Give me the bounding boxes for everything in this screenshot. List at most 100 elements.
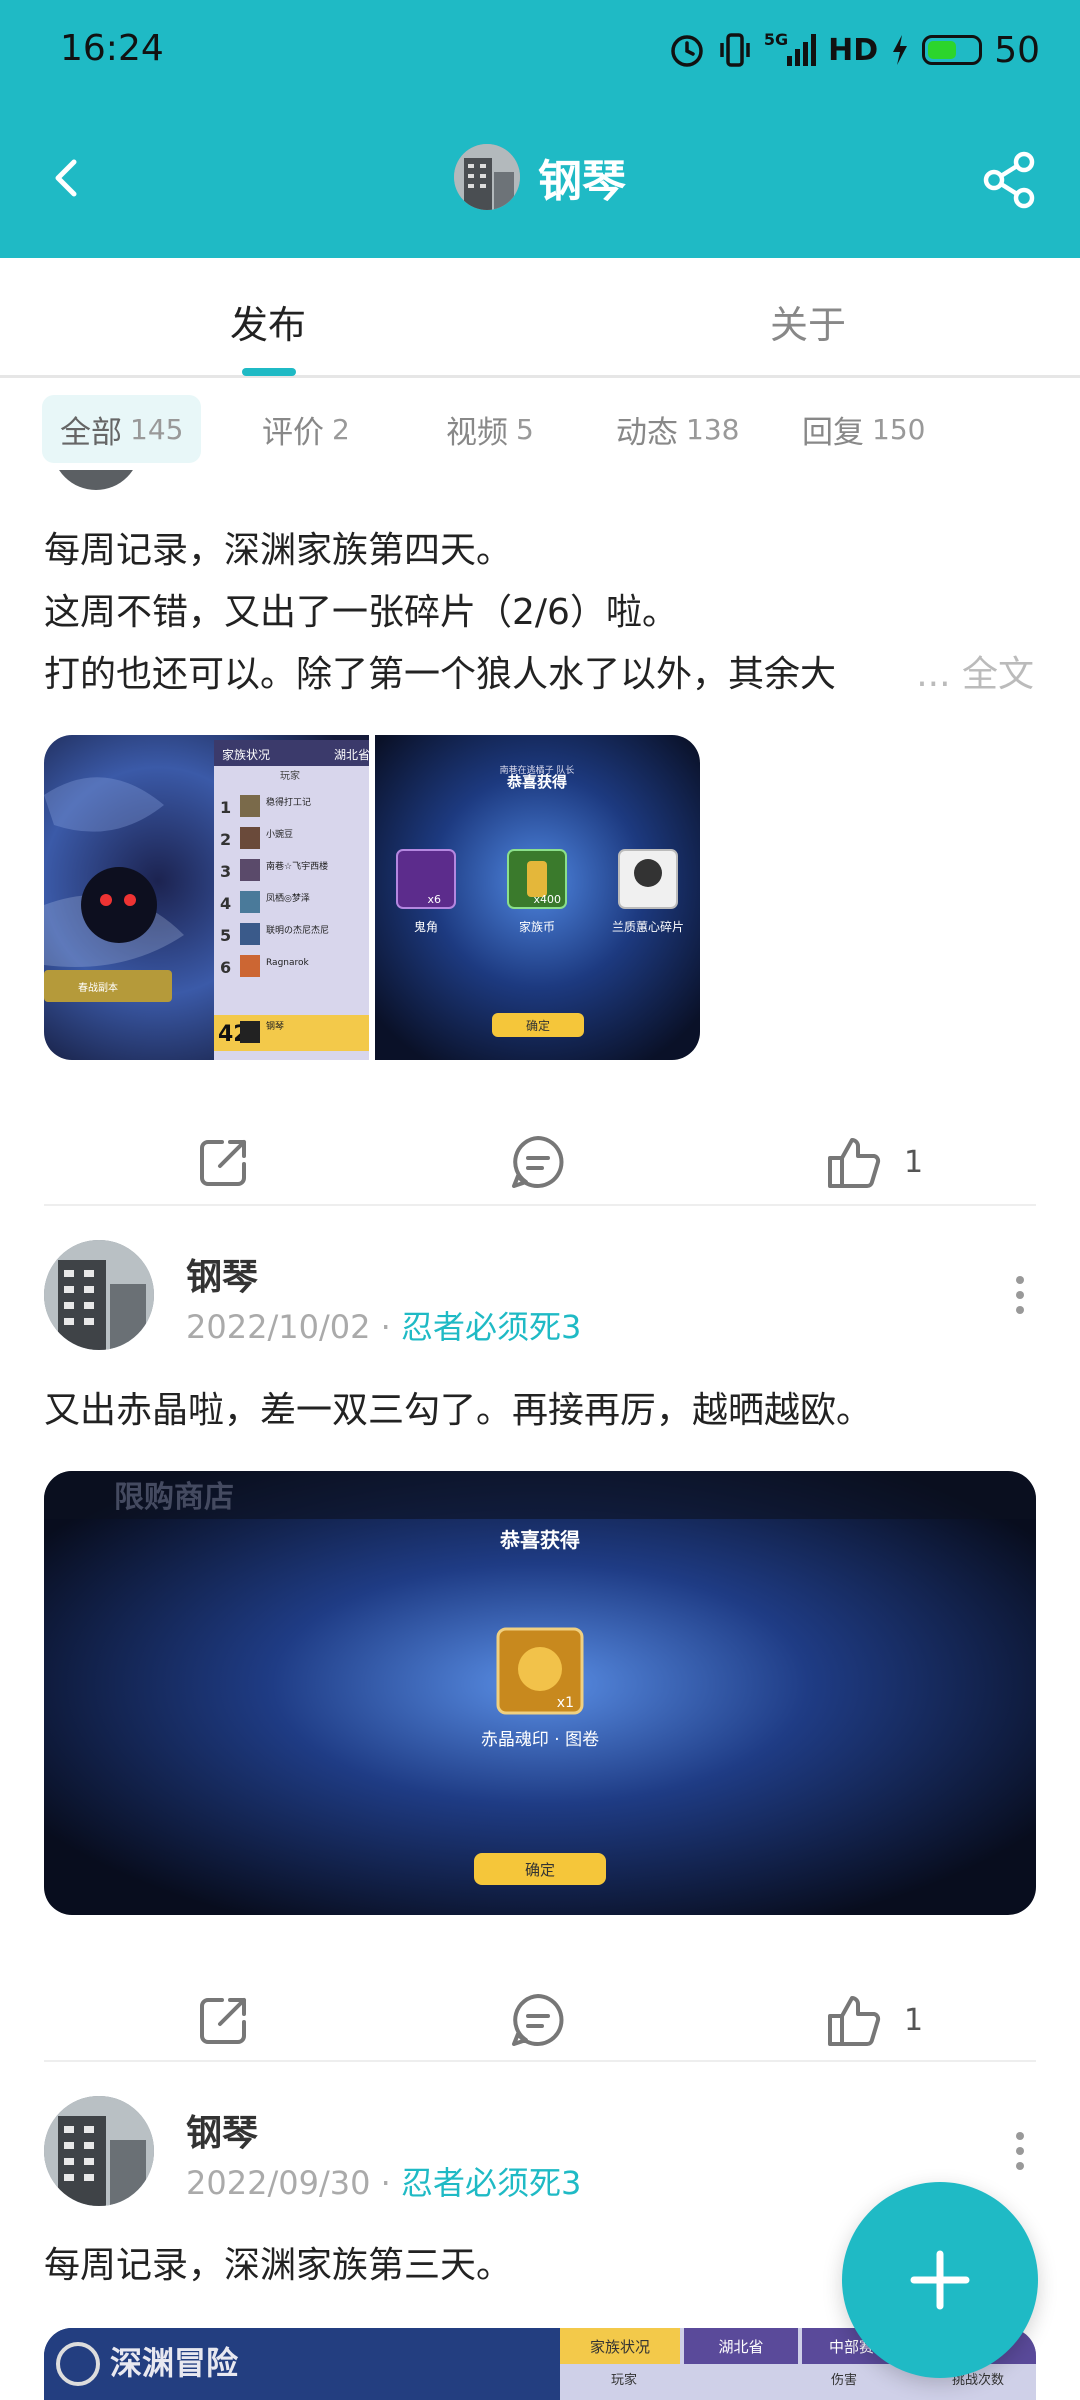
charging-icon <box>893 35 908 65</box>
plus-icon <box>910 2250 970 2310</box>
player-name: 南巷☆飞宇西楼 <box>266 860 328 872</box>
item-name: 家族币 <box>519 919 555 934</box>
rank: 5 <box>220 926 231 945</box>
player-name: Ragnarok <box>266 958 310 968</box>
filter-count: 138 <box>686 412 740 446</box>
post-line: 打的也还可以。除了第一个狼人水了以外，其余大 <box>44 654 837 695</box>
player-name: 钢琴 <box>266 1020 284 1032</box>
comment-action[interactable] <box>508 1990 568 2050</box>
filter-videos[interactable]: 视频 5 <box>428 395 552 463</box>
rank: 6 <box>220 958 231 977</box>
tab-indicator <box>242 368 296 376</box>
comment-icon <box>512 1994 564 2046</box>
rank: 4 <box>220 894 231 913</box>
screen-header: 深渊冒险 <box>110 2344 239 2382</box>
share-action[interactable] <box>194 1990 254 2050</box>
signal-icon <box>787 34 817 66</box>
author-name[interactable]: 钢琴 <box>186 2104 258 2156</box>
filter-label: 全部 <box>60 414 122 451</box>
leaderboard-tab: 湖北省 <box>718 2338 763 2356</box>
repost-icon <box>200 1998 246 2044</box>
status-icons: 5G HD 50 <box>668 28 1040 72</box>
status-time: 16:24 <box>60 28 164 69</box>
rank: 3 <box>220 862 231 881</box>
share-icon[interactable] <box>978 148 1042 212</box>
column-header: 玩家 <box>611 2372 637 2388</box>
player-name: 凤栖◎梦泽 <box>266 892 310 904</box>
filter-count: 2 <box>332 412 350 446</box>
like-action[interactable]: 1 <box>824 1990 923 2050</box>
author-name[interactable]: 钢琴 <box>186 1248 258 1300</box>
more-vertical-icon[interactable] <box>1010 2126 1030 2176</box>
read-more-link[interactable]: ... 全文 <box>916 644 1034 706</box>
post-image[interactable]: 限购商店 恭喜获得 x1 赤晶魂印 · 图卷 确定 <box>44 1471 1036 1915</box>
network-type: 5G <box>763 30 789 49</box>
item-qty: x6 <box>427 893 441 906</box>
avatar[interactable] <box>44 2096 154 2206</box>
post-meta: 2022/09/30 · 忍者必须死3 <box>186 2158 581 2204</box>
image-grid: 家族状况 湖北省 玩家 1 2 3 4 5 6 42 稳得打工记 小豌豆 南巷☆… <box>44 735 700 1060</box>
item-qty: x400 <box>533 893 561 906</box>
dialog-ticker: 南巷在逃橘子 队长 <box>500 764 575 776</box>
post-image[interactable]: 恭喜获得 南巷在逃橘子 队长 x6 x400 鬼角 家族币 兰质蕙心碎片 确定 <box>375 735 700 1060</box>
post-text[interactable]: 每周记录，深渊家族第四天。 这周不错，又出了一张碎片（2/6）啦。 打的也还可以… <box>44 520 1034 706</box>
share-action[interactable] <box>194 1132 254 1192</box>
confirm-button: 确定 <box>525 1861 555 1879</box>
like-action[interactable]: 1 <box>824 1132 923 1192</box>
post-divider <box>44 2060 1036 2062</box>
event-badge: 春战副本 <box>78 981 118 994</box>
item-name: 兰质蕙心碎片 <box>612 919 684 934</box>
game-tag[interactable]: 忍者必须死3 <box>401 2164 581 2202</box>
leaderboard-tab: 湖北省 <box>334 747 369 762</box>
post-actions: 1 <box>0 1132 1080 1212</box>
filter-all[interactable]: 全部 145 <box>42 395 202 463</box>
battery-icon <box>922 35 983 65</box>
dialog-title: 恭喜获得 <box>499 1528 580 1552</box>
player-name: 联明の杰尼杰尼 <box>266 924 329 936</box>
post-actions: 1 <box>0 1990 1080 2070</box>
avatar[interactable] <box>44 1240 154 1350</box>
thumbs-up-icon <box>828 1996 881 2046</box>
toolbar: 钢琴 <box>0 130 1080 230</box>
more-vertical-icon[interactable] <box>1010 1270 1030 1320</box>
filter-label: 评价 <box>262 414 324 451</box>
filter-count: 145 <box>130 412 184 446</box>
post-line: 每周记录，深渊家族第四天。 <box>44 530 513 571</box>
filter-label: 回复 <box>802 414 864 451</box>
avatar[interactable] <box>52 470 140 490</box>
page-title: 钢琴 <box>538 156 626 207</box>
tab-about[interactable]: 关于 <box>770 294 846 349</box>
game-tag[interactable]: 忍者必须死3 <box>401 1308 581 1346</box>
app-header: 16:24 5G HD 50 钢琴 <box>0 0 1080 258</box>
player-name: 稳得打工记 <box>266 796 311 808</box>
column-header: 伤害 <box>831 2372 857 2388</box>
title-group: 钢琴 <box>0 144 1080 210</box>
leaderboard-tab: 家族状况 <box>590 2338 650 2356</box>
filter-reviews[interactable]: 评价 2 <box>244 395 368 463</box>
create-post-button[interactable] <box>842 2182 1038 2378</box>
player-name: 小豌豆 <box>266 828 293 840</box>
post-date: 2022/10/02 <box>186 1308 371 1346</box>
hd-label: HD <box>828 32 879 68</box>
post-meta: 2022/10/02 · 忍者必须死3 <box>186 1302 581 1348</box>
post-text[interactable]: 又出赤晶啦，差一双三勾了。再接再厉，越晒越欧。 <box>44 1380 1034 1442</box>
tab-posts[interactable]: 发布 <box>230 294 306 349</box>
comment-icon <box>512 1136 564 1188</box>
avatar[interactable] <box>454 144 520 210</box>
post-image[interactable]: 家族状况 湖北省 玩家 1 2 3 4 5 6 42 稳得打工记 小豌豆 南巷☆… <box>44 735 369 1060</box>
filter-label: 视频 <box>446 414 508 451</box>
post-line: 这周不错，又出了一张碎片（2/6）啦。 <box>44 592 678 633</box>
confirm-button: 确定 <box>526 1018 550 1033</box>
comment-action[interactable] <box>508 1132 568 1192</box>
leaderboard-subtab: 玩家 <box>280 769 300 782</box>
post-header: 钢琴 2022/10/02 · 忍者必须死3 <box>44 1240 1036 1350</box>
post-feed: 每周记录，深渊家族第四天。 这周不错，又出了一张碎片（2/6）啦。 打的也还可以… <box>0 470 1080 2400</box>
filter-row: 全部 145 评价 2 视频 5 动态 138 回复 150 <box>0 395 1080 467</box>
rank: 1 <box>220 798 231 817</box>
filter-moments[interactable]: 动态 138 <box>598 395 757 463</box>
main-tabs: 发布 关于 <box>0 258 1080 378</box>
post-date: 2022/09/30 <box>186 2164 371 2202</box>
filter-replies[interactable]: 回复 150 <box>784 395 943 463</box>
battery-percent: 50 <box>994 29 1040 71</box>
status-bar: 16:24 5G HD 50 <box>0 0 1080 100</box>
